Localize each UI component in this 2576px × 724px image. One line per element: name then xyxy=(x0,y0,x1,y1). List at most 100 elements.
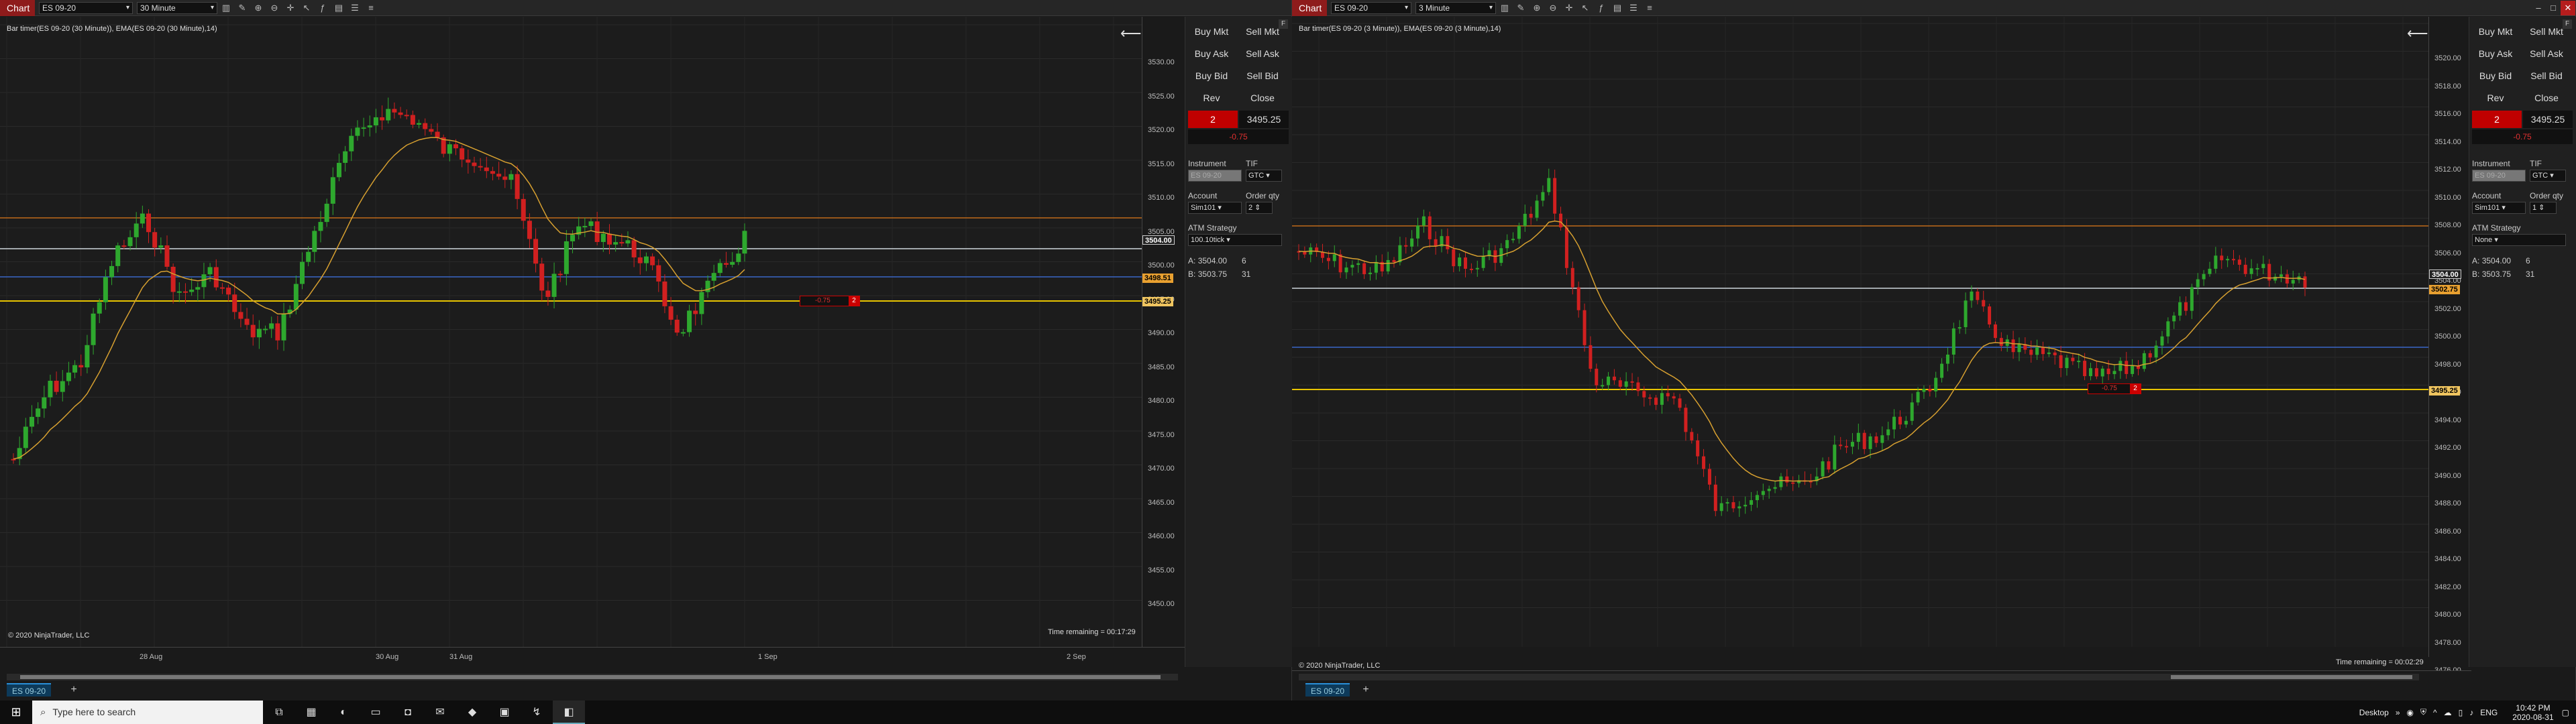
bars-icon[interactable]: ▥ xyxy=(1497,1,1512,15)
horizontal-scrollbar[interactable] xyxy=(1299,674,2419,680)
crosshair-icon[interactable]: ✛ xyxy=(283,1,298,15)
order-qty-input[interactable]: 1 ⇕ xyxy=(2530,202,2557,214)
draw-icon[interactable]: ✎ xyxy=(235,1,250,15)
position-qty: 2 xyxy=(2472,111,2522,128)
close-position-button[interactable]: Close xyxy=(2523,88,2570,107)
order-qty-input[interactable]: 2 ⇕ xyxy=(1246,202,1273,214)
close-position-button[interactable]: Close xyxy=(1239,88,1286,107)
tab-es-0920[interactable]: ES 09-20 xyxy=(1305,683,1350,697)
store-icon[interactable]: ◘ xyxy=(392,701,424,724)
pointer-icon[interactable]: ↖ xyxy=(1578,1,1593,15)
candle xyxy=(146,213,152,233)
atm-strategy-select[interactable]: 100.10tick ▾ xyxy=(1188,234,1282,246)
candle xyxy=(219,287,225,289)
y-tick: 3518.00 xyxy=(2434,82,2461,90)
reverse-button[interactable]: Rev xyxy=(2472,88,2519,107)
ask-row: A: 3504.00 xyxy=(2472,256,2512,265)
atm-strategy-select[interactable]: None ▾ xyxy=(2472,234,2566,246)
minimize-icon[interactable]: – xyxy=(2531,1,2546,15)
system-clock[interactable]: 10:42 PM 2020-08-31 xyxy=(2512,703,2553,722)
sell-bid-button[interactable]: Sell Bid xyxy=(2523,66,2570,85)
position-marker[interactable]: -0.75 2 xyxy=(800,296,860,306)
price-axis-right[interactable]: 3520.00 3518.00 3516.00 3514.00 3512.00 3510.… xyxy=(2428,17,2471,674)
indicators-icon[interactable]: ƒ xyxy=(315,1,330,15)
network-icon[interactable]: ▯ xyxy=(2459,708,2463,717)
task-view-icon[interactable]: ⧉ xyxy=(263,701,295,724)
zoom-in-icon[interactable]: ⊕ xyxy=(1529,1,1544,15)
price-plot-left[interactable]: Bar timer(ES 09-20 (30 Minute)), EMA(ES … xyxy=(0,17,1142,647)
add-tab-icon[interactable]: + xyxy=(1359,683,1373,697)
price-axis-left[interactable]: 3530.00 3525.00 3520.00 3515.00 3510.00 3505.… xyxy=(1142,17,1185,647)
buy-ask-button[interactable]: Buy Ask xyxy=(1188,44,1235,63)
sell-bid-button[interactable]: Sell Bid xyxy=(1239,66,1286,85)
edge-icon[interactable]: ◐ xyxy=(327,701,360,724)
zoom-out-icon[interactable]: ⊖ xyxy=(1546,1,1560,15)
notifications-icon[interactable]: ▢ xyxy=(2562,708,2569,717)
reverse-button[interactable]: Rev xyxy=(1188,88,1235,107)
app-grid-icon[interactable]: ▦ xyxy=(295,701,327,724)
maximize-icon[interactable]: □ xyxy=(2546,1,2561,15)
sell-market-button[interactable]: Sell Mkt xyxy=(2523,22,2570,41)
properties-icon[interactable]: ☰ xyxy=(1626,1,1641,15)
chart-trader-icon[interactable]: ≡ xyxy=(1642,1,1657,15)
show-hidden-icons[interactable]: ^ xyxy=(2433,708,2437,717)
candle xyxy=(2243,264,2247,274)
strategies-icon[interactable]: ▤ xyxy=(1610,1,1625,15)
buy-bid-button[interactable]: Buy Bid xyxy=(1188,66,1235,85)
back-arrow-icon[interactable]: ⟵ xyxy=(1120,25,1142,42)
desktop-toolbar-label[interactable]: Desktop xyxy=(2359,708,2389,717)
tif-select[interactable]: GTC ▾ xyxy=(2530,170,2566,182)
interval-selector[interactable]: 30 Minute ▾ xyxy=(137,1,217,14)
file-explorer-icon[interactable]: ▭ xyxy=(360,701,392,724)
indicators-icon[interactable]: ƒ xyxy=(1594,1,1609,15)
back-arrow-icon[interactable]: ⟵ xyxy=(2407,25,2428,42)
y-tick: 3455.00 xyxy=(1148,566,1175,575)
properties-icon[interactable]: ☰ xyxy=(347,1,362,15)
position-marker[interactable]: -0.75 2 xyxy=(2088,383,2141,394)
tray-app-icon[interactable]: ◉ xyxy=(2407,708,2414,717)
buy-market-button[interactable]: Buy Mkt xyxy=(1188,22,1235,41)
price-plot-right[interactable]: Bar timer(ES 09-20 (3 Minute)), EMA(ES 0… xyxy=(1292,17,2428,670)
weather-cloud-icon[interactable]: ☁ xyxy=(2444,708,2452,717)
add-tab-icon[interactable]: + xyxy=(67,683,80,697)
sell-ask-button[interactable]: Sell Ask xyxy=(2523,44,2570,63)
volume-icon[interactable]: ♪ xyxy=(2469,708,2473,717)
ninjatrader-chart-icon[interactable]: ◧ xyxy=(553,701,585,724)
mail-icon[interactable]: ✉ xyxy=(424,701,456,724)
account-select[interactable]: Sim101 ▾ xyxy=(2472,202,2526,214)
strategies-icon[interactable]: ▤ xyxy=(331,1,346,15)
dropbox-icon[interactable]: ◆ xyxy=(456,701,488,724)
buy-ask-button[interactable]: Buy Ask xyxy=(2472,44,2519,63)
sandbox-icon[interactable]: ▣ xyxy=(488,701,521,724)
instrument-selector[interactable]: ES 09-20 ▾ xyxy=(1331,1,1411,14)
account-select[interactable]: Sim101 ▾ xyxy=(1188,202,1242,214)
interval-selector[interactable]: 3 Minute ▾ xyxy=(1415,1,1496,14)
close-icon[interactable]: ✕ xyxy=(2561,0,2575,15)
pointer-icon[interactable]: ↖ xyxy=(299,1,314,15)
horizontal-scrollbar[interactable] xyxy=(7,674,1178,680)
candle xyxy=(1564,227,1568,268)
ninjatrader-icon[interactable]: ↯ xyxy=(521,701,553,724)
defender-icon[interactable]: ⛨ xyxy=(2420,707,2426,717)
overflow-chevron-icon[interactable]: » xyxy=(2396,708,2400,717)
sell-ask-button[interactable]: Sell Ask xyxy=(1239,44,1286,63)
candle xyxy=(1779,476,1783,487)
candlestick-chart-left[interactable] xyxy=(0,17,1142,647)
draw-icon[interactable]: ✎ xyxy=(1513,1,1528,15)
sell-market-button[interactable]: Sell Mkt xyxy=(1239,22,1286,41)
bars-icon[interactable]: ▥ xyxy=(219,1,233,15)
tif-select[interactable]: GTC ▾ xyxy=(1246,170,1282,182)
instrument-selector[interactable]: ES 09-20 ▾ xyxy=(39,1,133,14)
zoom-out-icon[interactable]: ⊖ xyxy=(267,1,282,15)
chart-trader-icon[interactable]: ≡ xyxy=(364,1,378,15)
x-tick: 28 Aug xyxy=(140,653,163,661)
windows-start-icon[interactable]: ⊞ xyxy=(0,701,32,724)
buy-bid-button[interactable]: Buy Bid xyxy=(2472,66,2519,85)
taskbar-search-box[interactable]: ⌕ Type here to search xyxy=(32,701,263,724)
candlestick-chart-right[interactable] xyxy=(1292,17,2428,647)
tab-es-0920[interactable]: ES 09-20 xyxy=(7,683,52,697)
buy-market-button[interactable]: Buy Mkt xyxy=(2472,22,2519,41)
crosshair-icon[interactable]: ✛ xyxy=(1562,1,1576,15)
zoom-in-icon[interactable]: ⊕ xyxy=(251,1,266,15)
language-indicator[interactable]: ENG xyxy=(2480,708,2498,717)
